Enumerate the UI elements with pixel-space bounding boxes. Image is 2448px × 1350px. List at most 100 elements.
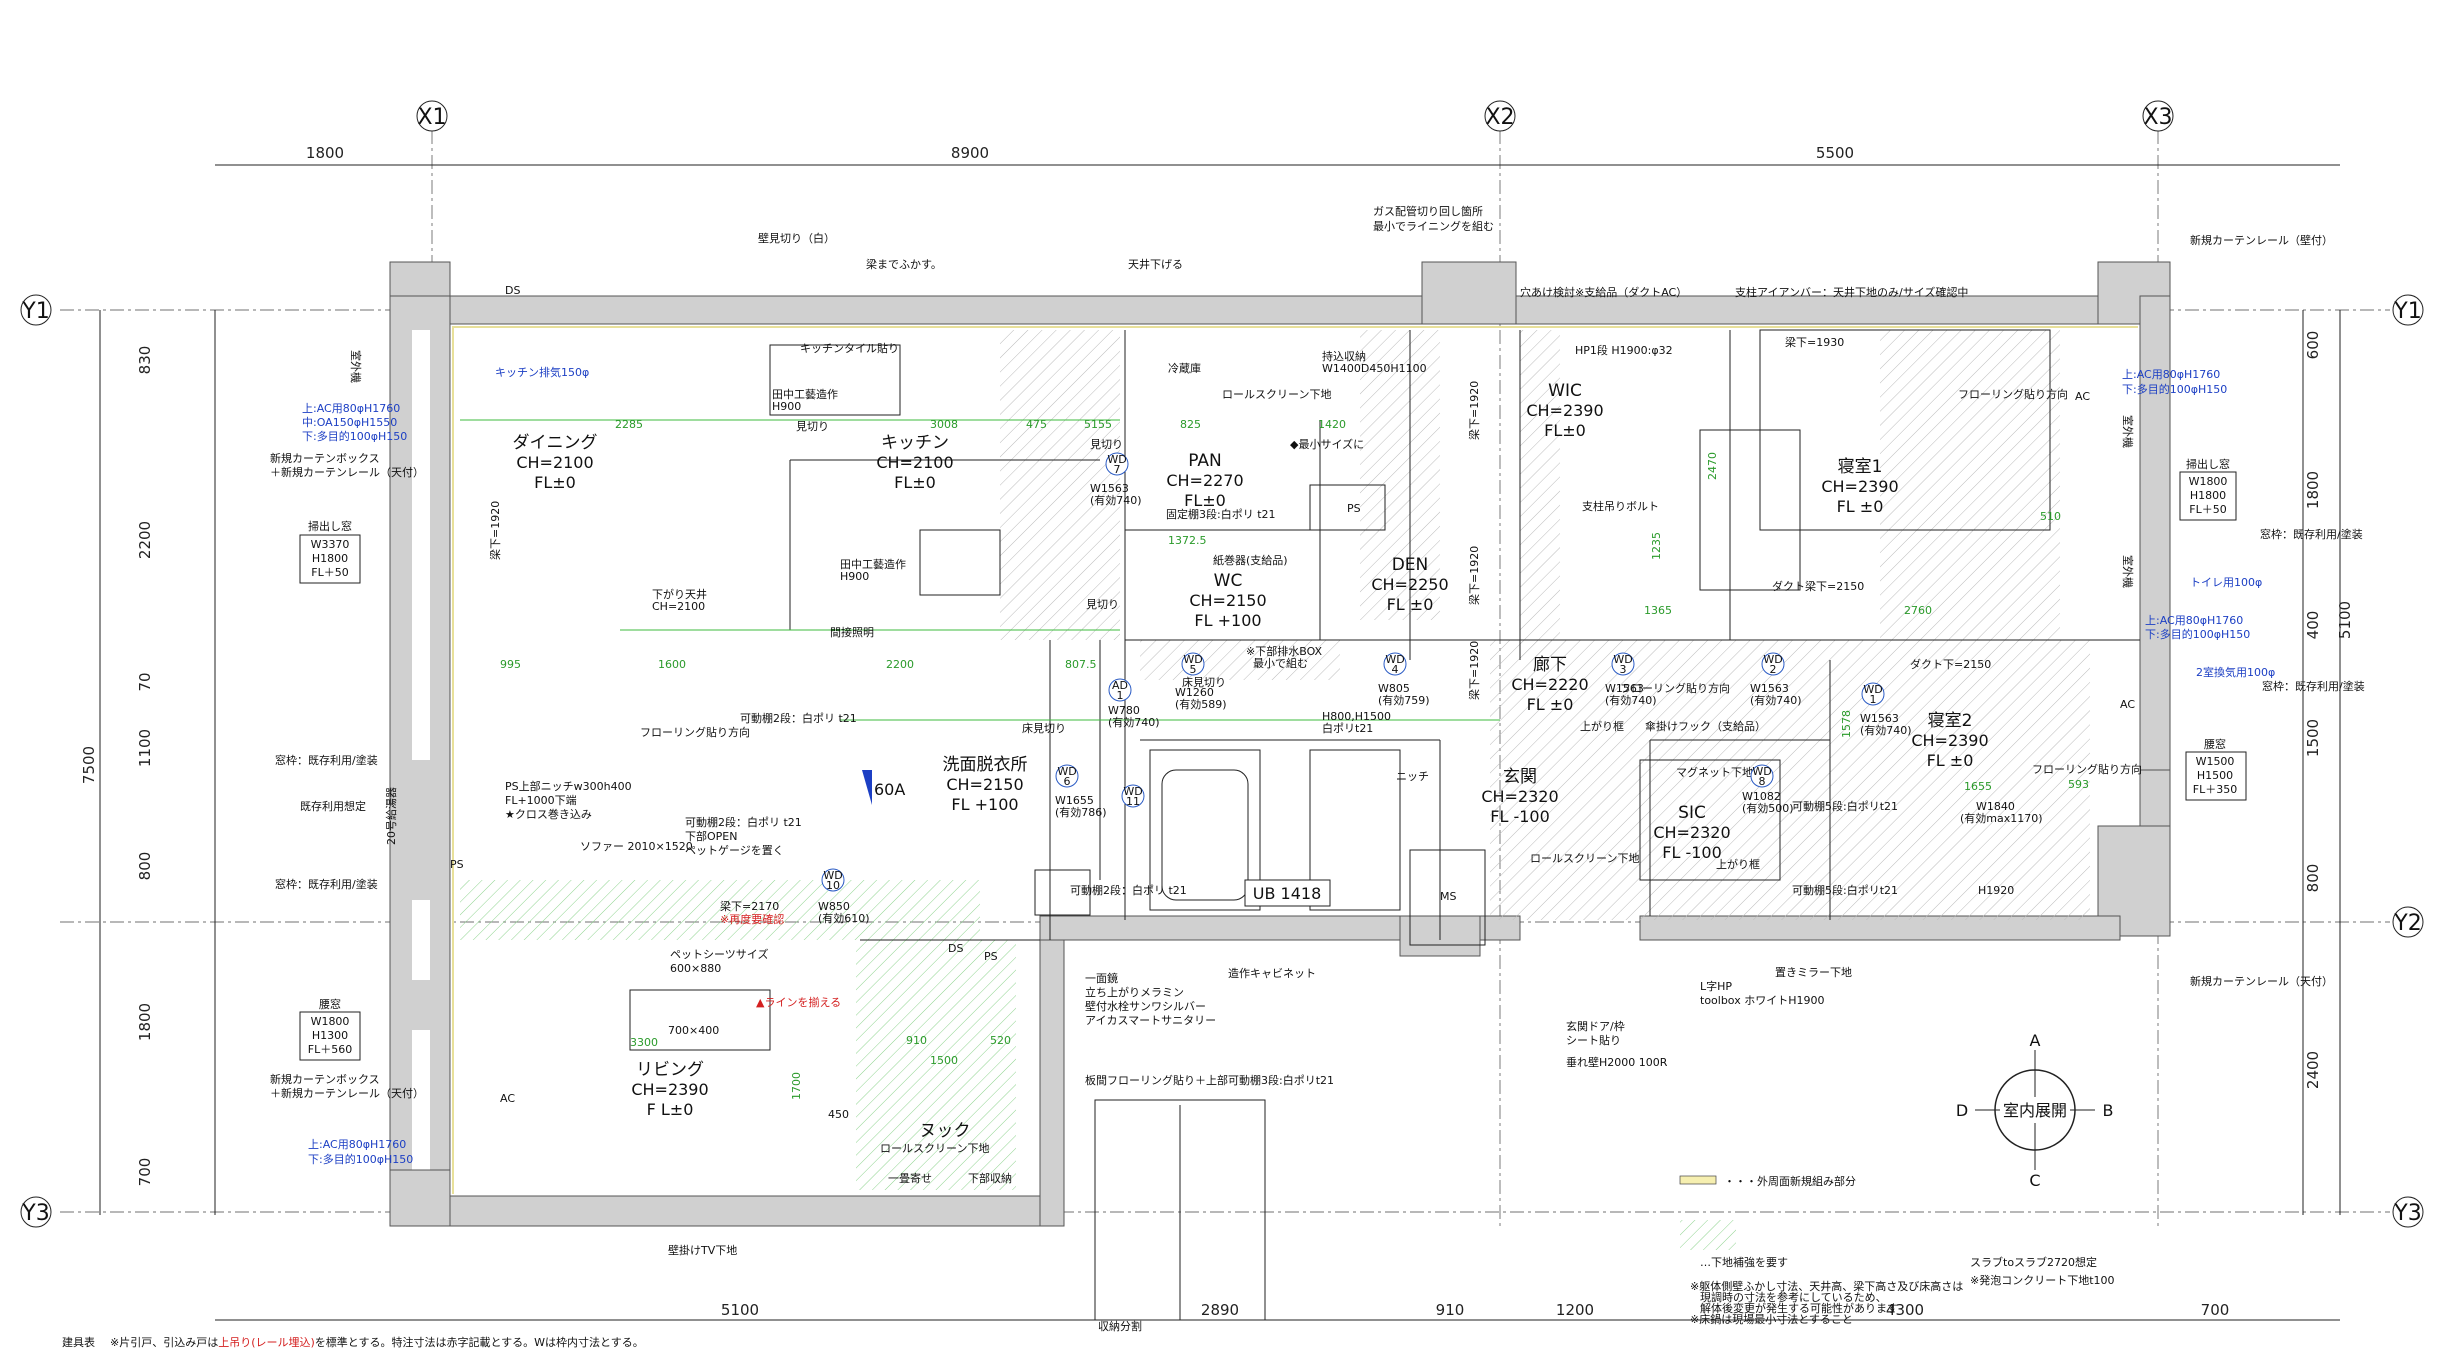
note-hari1920-3: 梁下=1920 <box>1467 546 1481 605</box>
compass-center-label: 室内展開 <box>2003 1101 2067 1120</box>
door-ad1-yuko: (有効740) <box>1108 715 1160 729</box>
blue-note-toilet: トイレ用100φ <box>2190 576 2262 589</box>
inner-dim-25: 450 <box>828 1108 849 1121</box>
inner-dim-5: 825 <box>1180 418 1201 431</box>
ub-label: UB 1418 <box>1253 884 1322 903</box>
room-kitchen-fl: FL±0 <box>894 473 936 492</box>
note-tanaka-h2: H900 <box>840 570 869 583</box>
room-bedroom2-name: 寝室2 <box>1928 710 1973 731</box>
room-pan-name: PAN <box>1188 451 1222 471</box>
note-kadou5-2: 可動棚5段:白ポリt21 <box>1792 883 1898 897</box>
note-sealed: 20号給湯器 <box>384 787 398 845</box>
legend-small-4: ※床鍋は現場最小寸法とすること <box>1690 1312 1853 1326</box>
legend-hokyo-label: …下地補強を要す <box>1700 1256 1788 1269</box>
door-wd11-n: 11 <box>1126 795 1140 808</box>
blue-note-l3: 下:多目的100φH150 <box>302 429 407 443</box>
note-kasa: 傘掛けフック（支給品） <box>1645 719 1766 733</box>
note-ps-niche: PS上部ニッチw300h400 <box>505 779 632 793</box>
dim-left-5: 800 <box>136 852 154 881</box>
note-saisho: ◆最小サイズに <box>1290 437 1364 451</box>
note-mirror: 置きミラー下地 <box>1775 966 1852 979</box>
note-suisen: 壁付水栓サンワシルバー <box>1085 999 1206 1013</box>
window-4-w: W1500 <box>2196 755 2235 768</box>
note-tanaka-2: 田中工藝造作 <box>840 557 906 571</box>
breaker-label: 60A <box>874 780 905 799</box>
inner-dim-14: 1655 <box>1964 780 1992 793</box>
room-bedroom2-ch: CH=2390 <box>1911 731 1988 750</box>
note-mochikomi2: W1400D450H1100 <box>1322 362 1427 375</box>
inner-dim-24: 1700 <box>790 1072 803 1100</box>
slab-note: スラブtoスラブ2720想定 <box>1970 1255 2097 1269</box>
inner-dim-26: 2470 <box>1706 452 1719 480</box>
room-sic-name: SIC <box>1678 803 1706 823</box>
note-curtain-wall: 新規カーテンレール（壁付） <box>2190 233 2333 247</box>
dim-right-3: 400 <box>2304 611 2322 640</box>
dim-left-4: 1100 <box>136 729 154 767</box>
note-kadou-open: 下部OPEN <box>685 829 737 843</box>
door-wd7-yuko: (有効740) <box>1090 493 1142 507</box>
dim-left-6: 1800 <box>136 1003 154 1041</box>
blue-note-l1: 上:AC用80φH1760 <box>302 402 400 415</box>
note-agari-1: 上がり框 <box>1580 719 1624 733</box>
inner-dim-27: 1235 <box>1650 532 1663 560</box>
inner-dim-11: 1372.5 <box>1168 534 1207 547</box>
note-dakuto: ダクト下=2150 <box>1910 657 1991 671</box>
grid-label-x3: X3 <box>2143 105 2172 130</box>
note-mikiri-1: 見切り <box>796 420 829 433</box>
note-genkan-door2: シート貼り <box>1566 1033 1621 1047</box>
room-bedroom2-fl: FL ±0 <box>1927 751 1974 770</box>
room-living-name: リビング <box>636 1060 704 1080</box>
note-mikiri-3: 見切り <box>1086 598 1119 611</box>
note-hari2170: 梁下=2170 <box>720 899 779 913</box>
note-flooring-1: フローリング貼り方向 <box>640 725 750 739</box>
grid-label-y1-right: Y1 <box>2393 299 2421 324</box>
note-kansetsu: 間接照明 <box>830 626 874 639</box>
breaker: 60A <box>862 770 905 805</box>
note-kadou-3: 可動棚2段：白ポリ t21 <box>1070 883 1187 897</box>
svg-text:※片引戸、引込み戸は上吊り(レール埋込)を標準とする。特注寸: ※片引戸、引込み戸は上吊り(レール埋込)を標準とする。特注寸法は赤字記載とする。… <box>110 1335 644 1349</box>
grid-label-y3: Y3 <box>21 1201 49 1226</box>
dim-right-5: 800 <box>2304 864 2322 893</box>
door-wd4-yuko: (有効759) <box>1378 693 1430 707</box>
window-1-h: H1800 <box>312 552 348 565</box>
inner-dim-28: 1578 <box>1840 710 1853 738</box>
note-red2: ※再度要確認 <box>720 912 784 926</box>
note-hari2150: ダクト梁下=2150 <box>1772 579 1864 593</box>
inner-dim-2: 3008 <box>930 418 958 431</box>
room-bedroom1-name: 寝室1 <box>1838 456 1883 477</box>
grid-label-y2: Y2 <box>2393 911 2421 936</box>
inner-dim-13: 2760 <box>1904 604 1932 617</box>
dim-left-7: 700 <box>136 1158 154 1187</box>
tategu-footer: 建具表 ※片引戸、引込み戸は上吊り(レール埋込)を標準とする。特注寸法は赤字記載… <box>62 1335 644 1349</box>
inner-dim-29: 593 <box>2068 778 2089 791</box>
window-2-title: 腰窓 <box>319 997 341 1011</box>
legend: ・・・外周面新規組み部分 …下地補強を要す ※躯体側壁ふかし寸法、天井高、梁下高… <box>1679 1174 2115 1326</box>
note-kizon: 既存利用想定 <box>300 799 366 813</box>
door-wd6-yuko: (有効786) <box>1055 805 1107 819</box>
grid-label-x2: X2 <box>1485 105 1514 130</box>
note-rollscreen-3: ロールスクリーン下地 <box>1530 852 1639 865</box>
room-dining-name: ダイニング <box>513 433 598 453</box>
door-wd7-n: 7 <box>1114 463 1121 476</box>
inner-dim-20: 700×400 <box>668 1024 719 1037</box>
note-curtain-box-l4: ＋新規カーテンレール（天付） <box>270 1086 424 1100</box>
note-kamimaki: 紙巻器(支給品) <box>1213 553 1288 567</box>
note-mochikomi: 持込収納 <box>1322 349 1366 363</box>
door-wd8-yuko: (有効500) <box>1742 801 1794 815</box>
room-kitchen-ch: CH=2100 <box>876 453 953 472</box>
note-ac-2: AC <box>2075 390 2090 403</box>
inner-dim-18: 白ポリt21 <box>1322 721 1373 735</box>
compass-d: D <box>1956 1101 1968 1120</box>
inner-dim-6: 1420 <box>1318 418 1346 431</box>
note-tanaka-h: H900 <box>772 400 801 413</box>
dim-bottom-4: 1200 <box>1556 1301 1594 1319</box>
room-washroom-ch: CH=2150 <box>946 775 1023 794</box>
note-kadou-2: 可動棚2段：白ポリ t21 <box>740 711 857 725</box>
room-entrance-name: 玄関 <box>1503 767 1537 787</box>
room-nook-name: ヌック <box>920 1121 971 1141</box>
note-genkan-door: 玄関ドア/枠 <box>1566 1019 1625 1033</box>
room-sic-fl: FL -100 <box>1662 843 1722 862</box>
room-wc-fl: FL +100 <box>1194 611 1261 630</box>
note-pet: ペットシーツサイズ <box>670 947 768 961</box>
door-wd2-n: 2 <box>1770 663 1777 676</box>
